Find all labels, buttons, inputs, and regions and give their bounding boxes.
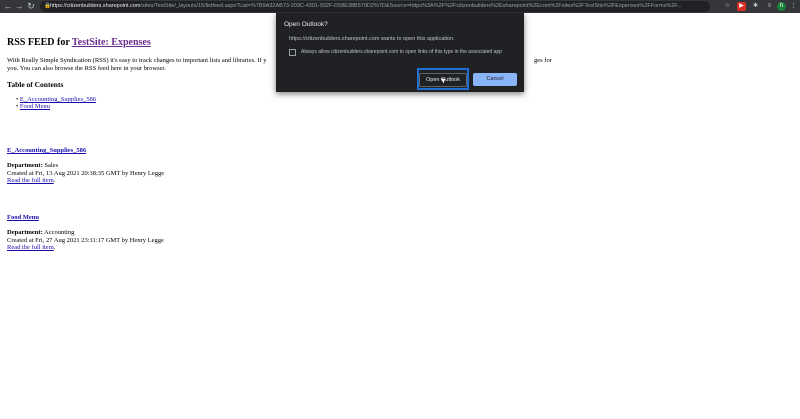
back-icon[interactable]: ← [3,0,13,13]
created-info: Created at Fri, 13 Aug 2021 20:38:35 GMT… [7,169,165,177]
avatar[interactable]: h [777,2,786,11]
toc-link-food-menu[interactable]: Food Menu [20,103,50,110]
intro-end: ges for [534,57,552,64]
dialog-message: https://citizenbuilders.sharepoint.com w… [289,36,455,42]
dept-value: Sales [42,162,59,169]
title-prefix: RSS FEED for [7,37,72,48]
url-host: https://citizenbuilders.sharepoint.com [50,3,141,9]
always-allow-checkbox[interactable] [289,49,296,56]
forward-icon[interactable]: → [14,0,24,13]
extension-icon[interactable]: ▶ [737,2,746,11]
read-more-period: . [53,177,56,184]
read-more-period: . [53,244,56,251]
feed-item: Food Menu Department: Accounting Created… [7,214,164,252]
intro-start: With Really Simple Syndication (RSS) it'… [7,57,267,64]
dept-label: Department: [7,229,43,236]
feed-item: E_Accounting_Supplies_586 Department: Sa… [7,147,164,185]
intro-line2: you. You can also browse the RSS feed he… [7,65,166,72]
always-allow-label[interactable]: Always allow citizenbuilders.sharepoint.… [301,49,502,55]
cancel-button[interactable]: Cancel [473,73,517,86]
read-more-link[interactable]: Read the full item [7,244,54,251]
address-bar[interactable]: 🔒https://citizenbuilders.sharepoint.com/… [40,1,710,12]
toc-list: E_Accounting_Supplies_586 Food Menu [16,96,96,111]
toc-item: Food Menu [16,103,96,111]
dialog-title: Open Outlook? [284,21,328,28]
reload-icon[interactable]: ↻ [26,0,36,13]
star-icon[interactable]: ☆ [723,2,732,11]
read-more-link[interactable]: Read the full item [7,177,54,184]
sync-icon[interactable]: ≡ [765,2,774,11]
item-title-link[interactable]: E_Accounting_Supplies_586 [7,147,86,154]
page-title: RSS FEED for TestSite: Expenses [7,37,151,48]
url-path: /sites/TestSite/_layouts/15/listfeed.asp… [140,3,682,9]
created-info: Created at Fri, 27 Aug 2021 23:11:17 GMT… [7,236,164,244]
toc-heading: Table of Contents [7,80,64,89]
dept-value: Accounting [42,229,75,236]
menu-icon[interactable]: ⋮ [789,2,798,11]
site-link[interactable]: TestSite: Expenses [72,37,151,48]
browser-toolbar: ← → ↻ 🔒https://citizenbuilders.sharepoin… [0,0,800,13]
puzzle-icon[interactable]: ✱ [751,2,760,11]
item-title-link[interactable]: Food Menu [7,214,39,221]
open-app-dialog: Open Outlook? https://citizenbuilders.sh… [276,13,524,92]
dept-label: Department: [7,162,43,169]
